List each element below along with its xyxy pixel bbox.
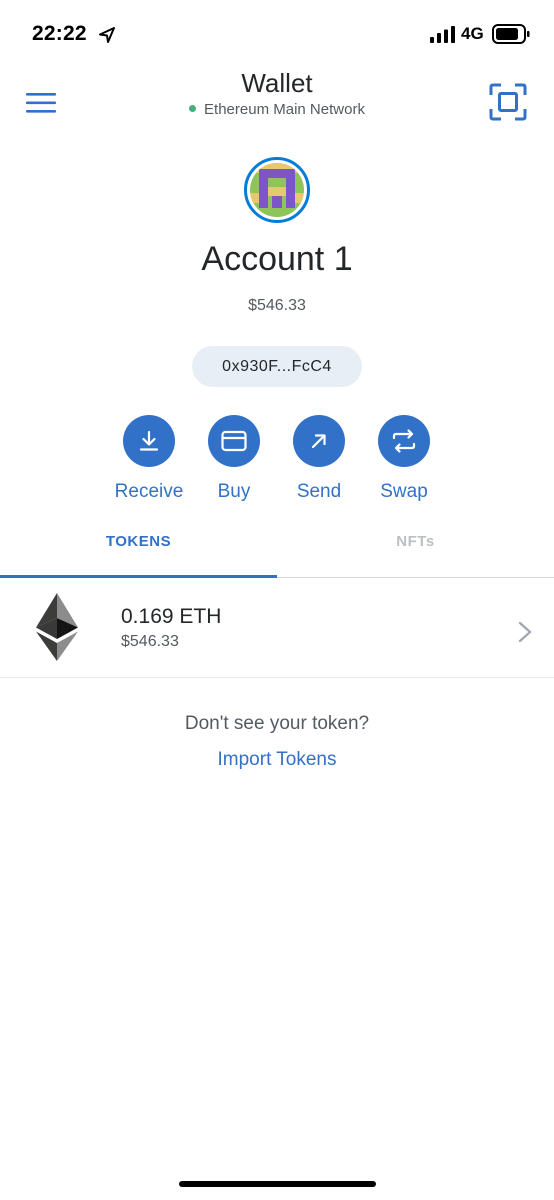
- token-amount: 0.169 ETH: [121, 605, 222, 628]
- credit-card-icon: [221, 430, 247, 452]
- network-selector[interactable]: Ethereum Main Network: [0, 101, 554, 118]
- status-bar: 22:22 4G: [0, 0, 554, 62]
- ethereum-icon: [36, 593, 78, 661]
- swap-arrows-icon: [392, 429, 416, 453]
- identicon-icon: [250, 163, 304, 217]
- account-balance: $546.33: [248, 297, 306, 314]
- chevron-right-icon: [518, 621, 532, 643]
- account-address-pill[interactable]: 0x930F...FcC4: [192, 346, 362, 387]
- missing-token-prompt: Don't see your token?: [184, 713, 370, 734]
- home-indicator[interactable]: [179, 1181, 376, 1187]
- token-list-item[interactable]: 0.169 ETH $546.33: [0, 579, 554, 678]
- status-time: 22:22: [32, 22, 87, 45]
- download-arrow-icon: [139, 430, 159, 451]
- cellular-network-label: 4G: [461, 24, 484, 43]
- account-avatar[interactable]: [244, 157, 310, 223]
- page-title: Wallet: [241, 68, 313, 98]
- signal-bars-icon: [430, 26, 455, 43]
- swap-label: Swap: [380, 481, 428, 502]
- account-name[interactable]: Account 1: [0, 240, 554, 279]
- qr-scan-icon[interactable]: [489, 83, 527, 121]
- tab-nfts[interactable]: NFTs: [277, 522, 554, 578]
- tab-tokens[interactable]: TOKENS: [0, 522, 277, 578]
- active-tab-indicator: [0, 575, 277, 578]
- import-tokens-link[interactable]: Import Tokens: [0, 749, 554, 771]
- swap-button[interactable]: Swap: [354, 415, 454, 503]
- battery-icon: [492, 24, 530, 44]
- network-status-dot: [189, 104, 197, 112]
- arrow-up-right-icon: [311, 434, 326, 449]
- asset-tabs: TOKENS NFTs: [0, 522, 554, 578]
- location-arrow-icon: [99, 27, 115, 43]
- network-name: Ethereum Main Network: [204, 101, 365, 118]
- token-fiat-value: $546.33: [121, 633, 179, 650]
